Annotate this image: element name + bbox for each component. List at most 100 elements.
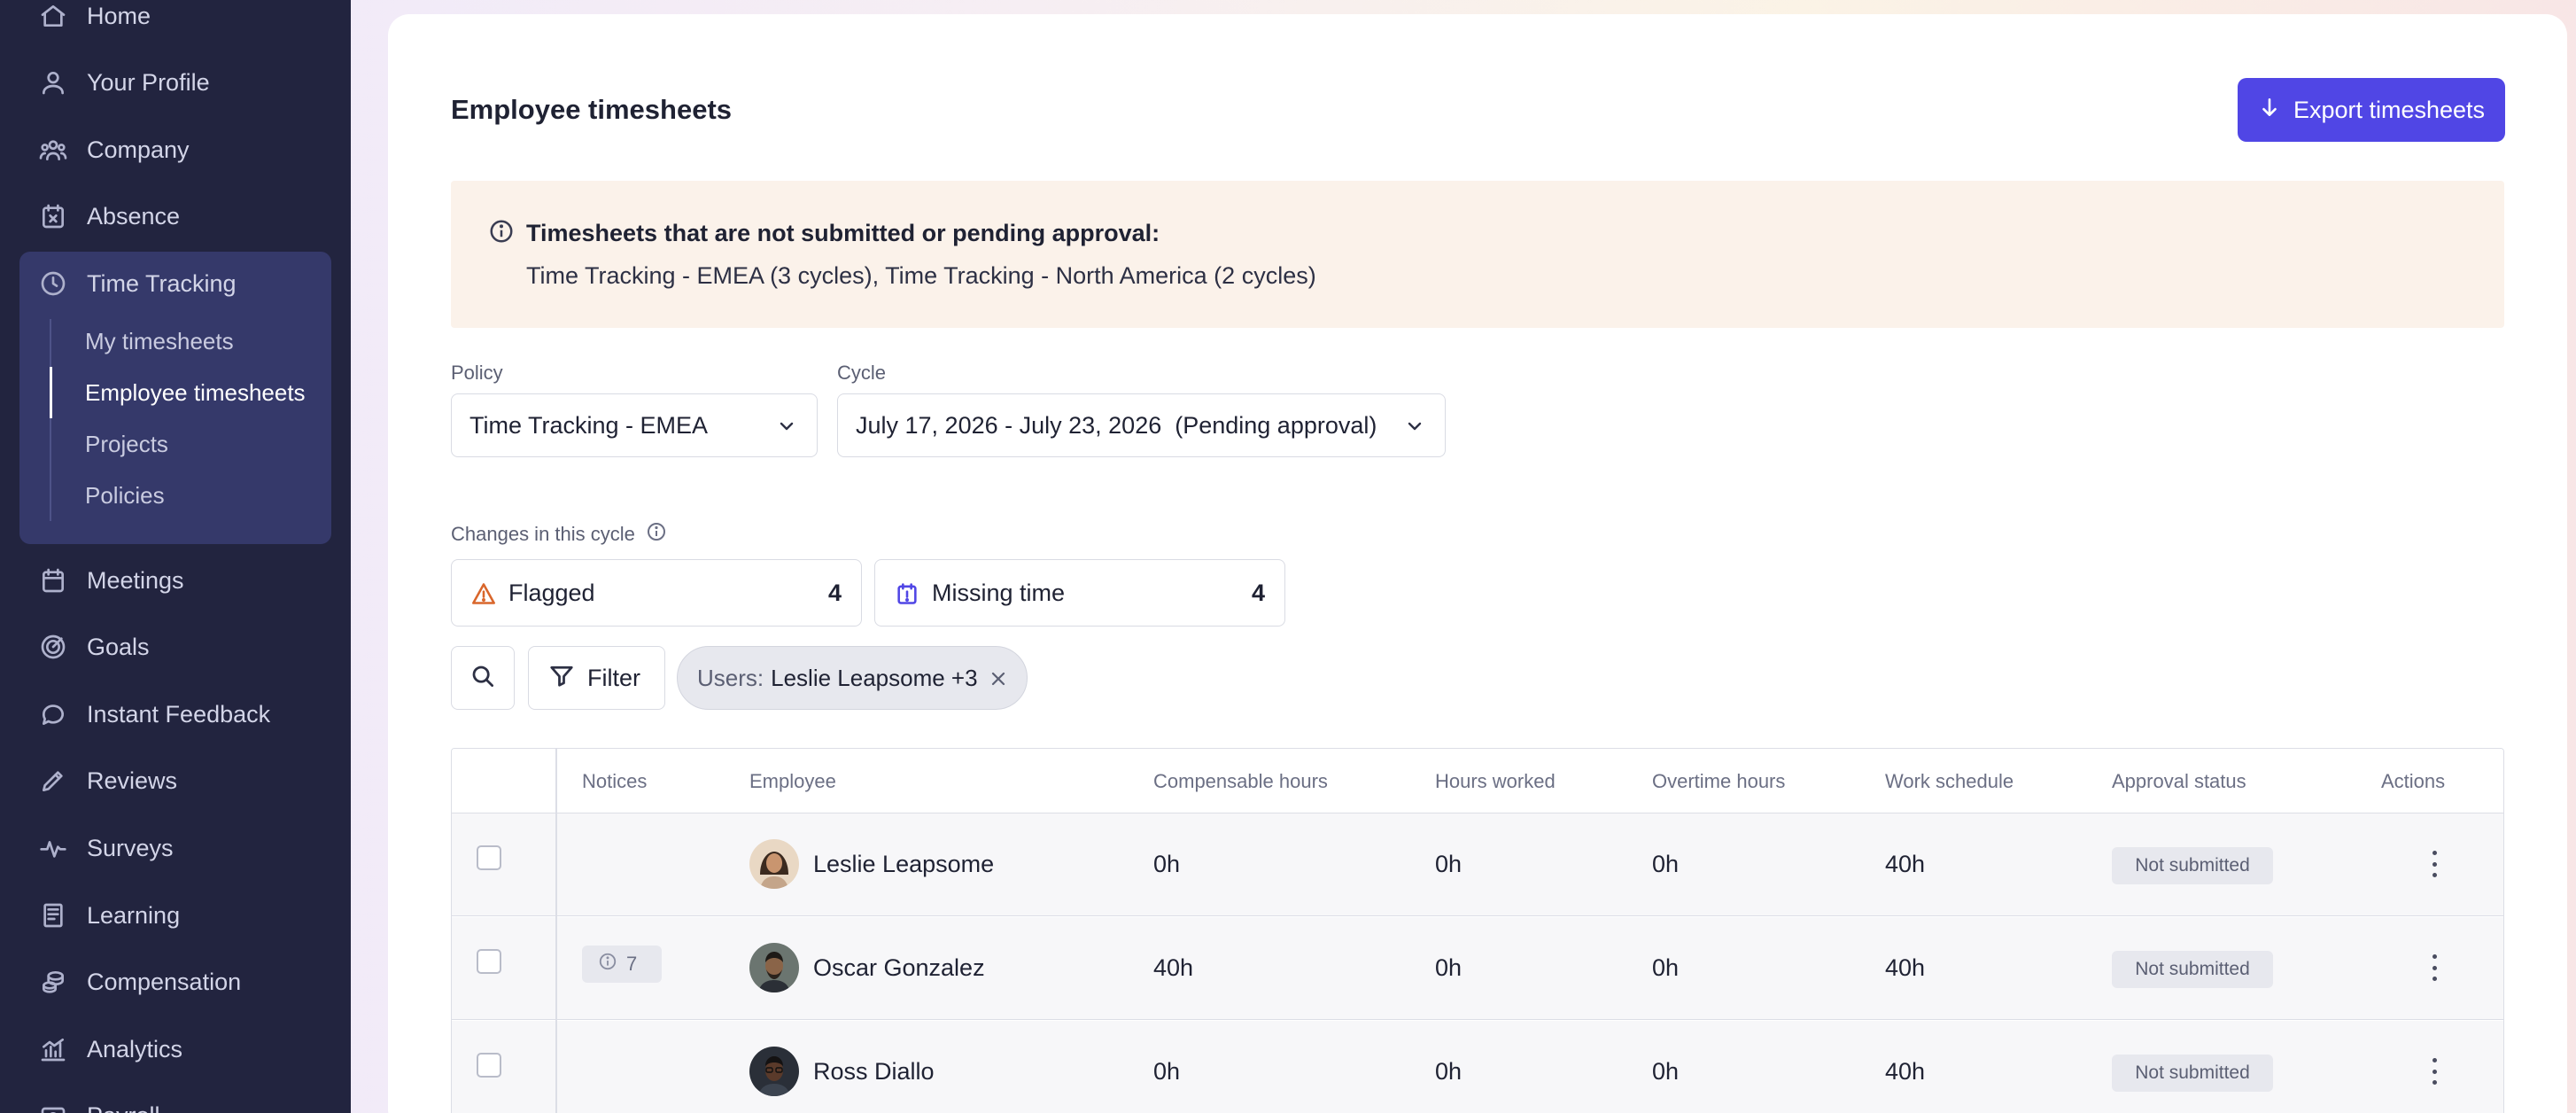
pencil-icon [39,767,67,795]
sidebar-subitem-policies[interactable]: Policies [85,473,165,518]
target-icon [39,633,67,661]
missing-time-label: Missing time [932,580,1066,606]
row-checkbox[interactable] [477,949,501,974]
close-icon[interactable] [988,668,1009,689]
users-filter-chip[interactable]: Users: Leslie Leapsome +3 [677,646,1028,710]
export-timesheets-button[interactable]: Export timesheets [2238,78,2505,142]
status-badge: Not submitted [2112,1055,2273,1092]
hours-worked: 0h [1435,851,1463,877]
header-overtime-hours[interactable]: Overtime hours [1652,770,1785,793]
row-checkbox[interactable] [477,845,501,870]
flagged-stat-card[interactable]: Flagged 4 [451,559,862,627]
missing-time-count: 4 [1251,580,1265,606]
sidebar-item-goals[interactable]: Goals [39,620,150,673]
sidebar-item-compensation[interactable]: Compensation [39,955,241,1008]
header-compensable-hours[interactable]: Compensable hours [1153,770,1328,793]
header-employee[interactable]: Employee [749,770,836,793]
overtime-hours: 0h [1652,954,1680,981]
sidebar-item-reviews[interactable]: Reviews [39,754,177,807]
cycle-select-value: July 17, 2026 - July 23, 2026 (Pending a… [856,411,1377,439]
cycle-select[interactable]: July 17, 2026 - July 23, 2026 (Pending a… [837,393,1446,457]
changes-label: Changes in this cycle [451,521,667,548]
header-work-schedule[interactable]: Work schedule [1885,770,2013,793]
chart-icon [39,1035,67,1063]
sidebar-item-label: Time Tracking [87,269,237,297]
sidebar-item-home[interactable]: Home [39,0,151,43]
changes-label-text: Changes in this cycle [451,523,635,545]
submenu-line [50,319,51,521]
sidebar-subitem-projects[interactable]: Projects [85,422,168,466]
work-schedule: 40h [1885,954,1926,981]
info-icon [488,218,515,245]
header-notices: Notices [582,770,648,792]
work-schedule: 40h [1885,1058,1926,1085]
table-row[interactable]: Leslie Leapsome 0h 0h 0h 40h Not submitt… [452,813,2503,916]
pulse-icon [39,834,67,862]
compensable-hours: 0h [1153,1058,1181,1085]
page-title: Employee timesheets [451,94,733,125]
payroll-icon [39,1101,67,1113]
sidebar-item-label: Surveys [87,834,174,861]
policy-select[interactable]: Time Tracking - EMEA [451,393,818,457]
sidebar-item-instant-feedback[interactable]: Instant Feedback [39,688,270,741]
employee-name[interactable]: Oscar Gonzalez [813,954,985,982]
export-button-label: Export timesheets [2293,96,2486,123]
sidebar-item-label: Goals [87,633,150,660]
missing-time-stat-card[interactable]: Missing time 4 [874,559,1285,627]
sidebar-item-analytics[interactable]: Analytics [39,1023,182,1076]
status-badge: Not submitted [2112,847,2273,884]
sidebar-item-label: Absence [87,202,181,230]
avatar [749,943,799,992]
notice-count: 7 [626,953,638,975]
filter-icon [548,662,575,695]
sidebar-item-learning[interactable]: Learning [39,889,180,942]
policy-select-value: Time Tracking - EMEA [469,411,709,439]
sidebar-item-label: Compensation [87,968,242,995]
more-options-icon[interactable] [2429,954,2440,981]
filter-button[interactable]: Filter [528,646,665,710]
more-options-icon[interactable] [2429,851,2440,877]
chip-value: Leslie Leapsome +3 [771,664,978,691]
sidebar-item-label: Reviews [87,767,178,794]
sidebar: Home Your Profile Company Absence Time T… [0,0,351,1113]
sidebar-subitem-my-timesheets[interactable]: My timesheets [85,319,234,363]
employee-name[interactable]: Leslie Leapsome [813,851,994,878]
coins-icon [39,968,67,996]
more-options-icon[interactable] [2429,1058,2440,1085]
row-checkbox[interactable] [477,1053,501,1078]
sidebar-item-company[interactable]: Company [39,123,190,176]
overtime-hours: 0h [1652,1058,1680,1085]
work-schedule: 40h [1885,851,1926,877]
sidebar-item-label: Instant Feedback [87,700,271,728]
sidebar-item-label: Learning [87,901,181,929]
cycle-label: Cycle [837,362,887,384]
notice-title: Timesheets that are not submitted or pen… [526,220,1160,246]
table-row[interactable]: Ross Diallo 0h 0h 0h 40h Not submitted [452,1021,2503,1113]
compensable-hours: 0h [1153,851,1181,877]
sidebar-subitem-label: Policies [85,481,165,509]
search-button[interactable] [451,646,515,710]
header-hours-worked[interactable]: Hours worked [1435,770,1556,793]
sidebar-item-meetings[interactable]: Meetings [39,554,184,607]
sidebar-item-your-profile[interactable]: Your Profile [39,56,210,109]
sidebar-item-payroll[interactable]: Payroll [39,1089,160,1113]
table-row[interactable]: 7 Oscar Gonzalez 40h 0h 0h 40h Not submi… [452,917,2503,1020]
table-header: Notices Employee Compensable hours Hours… [452,749,2503,813]
employee-name[interactable]: Ross Diallo [813,1058,935,1086]
header-actions: Actions [2381,770,2446,792]
sidebar-item-time-tracking[interactable]: Time Tracking [39,257,237,310]
sidebar-item-label: Meetings [87,566,184,594]
sidebar-item-absence[interactable]: Absence [39,190,180,243]
column-divider [555,749,557,1113]
sidebar-subitem-label: Projects [85,430,168,457]
chevron-down-icon [1404,416,1425,437]
sidebar-subitem-employee-timesheets[interactable]: Employee timesheets [85,370,306,415]
arrow-down-icon [2258,96,2281,125]
header-approval-status[interactable]: Approval status [2112,770,2246,793]
sidebar-item-surveys[interactable]: Surveys [39,821,174,875]
notice-badge[interactable]: 7 [582,946,662,983]
sidebar-subitem-label: My timesheets [85,327,234,354]
info-icon[interactable] [646,521,667,548]
overtime-hours: 0h [1652,851,1680,877]
clock-icon [39,269,67,298]
